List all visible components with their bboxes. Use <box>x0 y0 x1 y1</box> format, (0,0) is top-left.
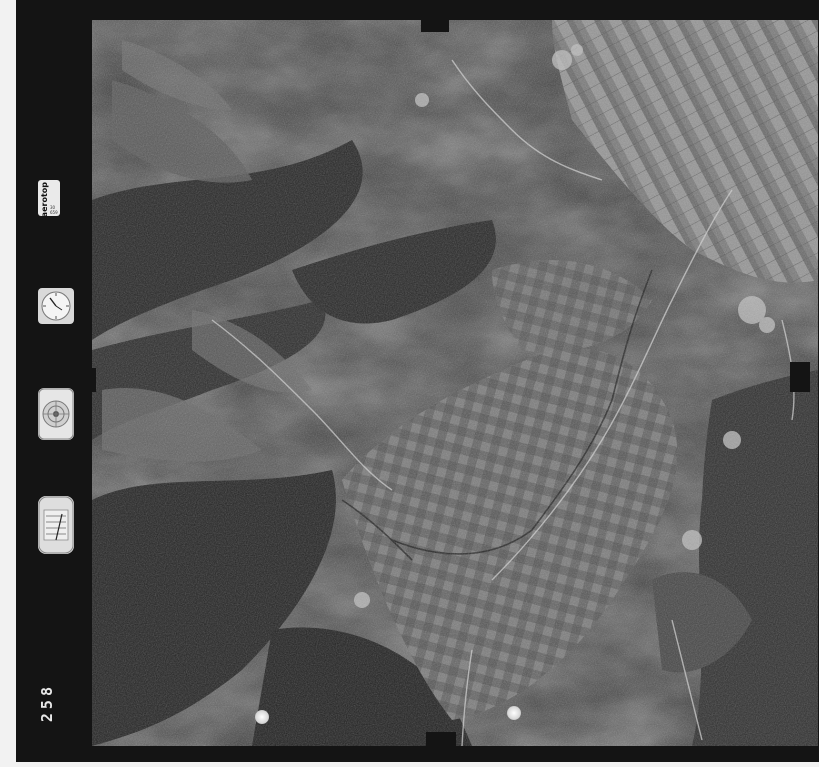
altimeter-icon <box>38 496 74 554</box>
film-frame: aerotop 30 659 258 <box>16 0 819 762</box>
logo-text: aerotop <box>40 182 49 218</box>
aerial-terrain <box>92 20 818 746</box>
frame-number-text: 258 <box>38 683 56 723</box>
left-notch-marker <box>78 368 96 392</box>
aerial-photograph <box>92 20 818 746</box>
top-notch-marker <box>421 14 449 32</box>
frame-number: 258 <box>38 683 58 749</box>
fiducial-mark <box>255 710 269 724</box>
bottom-notch-marker <box>426 732 456 752</box>
bubble-level-icon <box>38 388 74 440</box>
aerotop-logo: aerotop 30 659 <box>38 180 60 218</box>
instrument-strip: aerotop 30 659 <box>34 170 80 570</box>
right-notch-marker <box>790 362 810 392</box>
logo-subtext: 30 659 <box>50 205 58 215</box>
fiducial-mark <box>507 706 521 720</box>
clock-icon <box>38 288 74 324</box>
